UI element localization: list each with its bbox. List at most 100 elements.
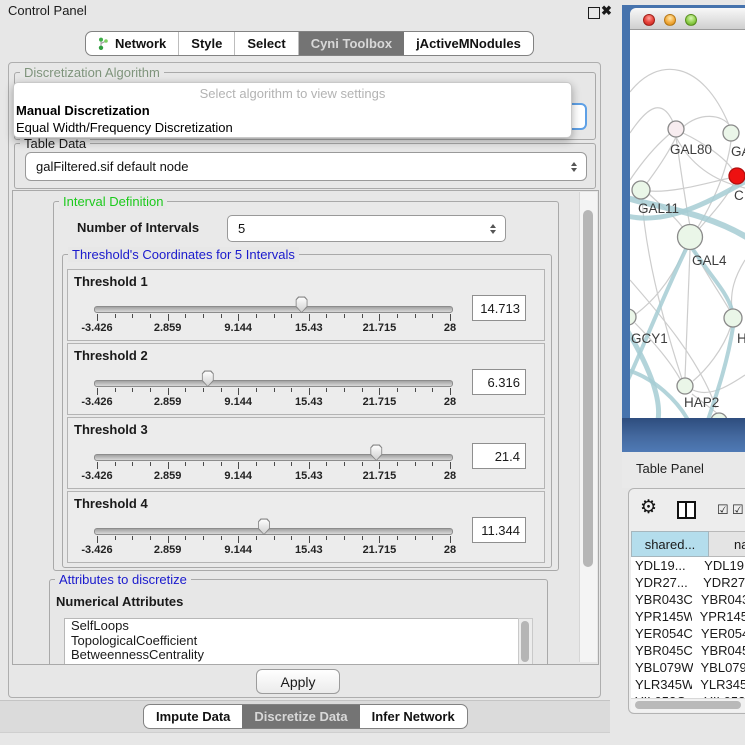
tab-network[interactable]: Network: [86, 32, 179, 55]
table-row[interactable]: YER054CYER054C: [631, 625, 745, 642]
network-node-gal80[interactable]: [668, 121, 684, 137]
threshold-value-field[interactable]: 11.344: [472, 517, 526, 543]
network-node-red-node[interactable]: [729, 168, 745, 184]
cell-name: YPR145W: [692, 608, 745, 625]
checkbox-icon[interactable]: ☑: [717, 502, 729, 517]
slider-track[interactable]: [94, 380, 453, 387]
dropdown-option-equal-width-frequency-discretization[interactable]: Equal Width/Frequency Discretization: [16, 120, 233, 135]
tick-label: 28: [428, 322, 472, 334]
scrollbar-thumb[interactable]: [635, 701, 741, 709]
network-edge[interactable]: [683, 116, 730, 127]
numerical-attributes-list[interactable]: SelfLoopsTopologicalCoefficientBetweenne…: [64, 618, 520, 665]
checkbox-icon[interactable]: ☑: [732, 502, 744, 517]
attributes-scrollbar[interactable]: [518, 618, 533, 665]
network-canvas[interactable]: GAL80GACGAL11GAL4GCY1HHAP2: [630, 30, 745, 418]
scrollbar-thumb[interactable]: [521, 621, 529, 662]
scrollbar-thumb[interactable]: [583, 210, 593, 567]
apply-button[interactable]: Apply: [256, 669, 340, 694]
tab-select[interactable]: Select: [235, 32, 298, 55]
slider-track[interactable]: [94, 454, 453, 461]
tick-mark: [203, 388, 204, 392]
network-node-hap2[interactable]: [677, 378, 693, 394]
thresholds-group: Threshold's Coordinates for 5 Intervals …: [62, 254, 552, 568]
network-node-gal11[interactable]: [632, 181, 650, 199]
network-node-gal-partial[interactable]: [723, 125, 739, 141]
network-edge[interactable]: [649, 178, 730, 191]
network-graph[interactable]: GAL80GACGAL11GAL4GCY1HHAP2: [630, 30, 745, 418]
interval-definition-title: Interval Definition: [59, 194, 167, 209]
network-edge-highlighted[interactable]: [630, 245, 688, 382]
network-window-titlebar[interactable]: [630, 8, 745, 30]
table-row[interactable]: YBL079WYBL079W: [631, 659, 745, 676]
threshold-panel-1: Threshold 1-3.4262.8599.14415.4321.71528…: [67, 269, 545, 341]
table-data-title: Table Data: [20, 136, 90, 151]
threshold-value-field[interactable]: 21.4: [472, 443, 526, 469]
tick-mark: [450, 314, 451, 321]
tab-jactivemnodules[interactable]: jActiveMNodules: [404, 32, 533, 55]
number-of-intervals-combobox[interactable]: 5: [227, 215, 506, 242]
cell-name: YBR045C: [693, 642, 745, 659]
tick-label: 9.144: [216, 544, 260, 556]
node-label-gal-partial: GA: [731, 144, 745, 159]
threshold-label: Threshold 4: [74, 496, 148, 511]
network-node-gal4[interactable]: [678, 225, 703, 250]
spinner-arrows-icon: [490, 224, 496, 234]
table-row[interactable]: YBR043CYBR043C: [631, 591, 745, 608]
cell-shared-name: YPR145W: [631, 608, 692, 625]
table-row[interactable]: YLR345WYLR345W: [631, 676, 745, 693]
close-icon[interactable]: ✖: [601, 2, 612, 20]
table-row[interactable]: YBR045CYBR045C: [631, 642, 745, 659]
tick-mark: [450, 536, 451, 543]
attribute-item-betweennesscentrality[interactable]: BetweennessCentrality: [65, 648, 519, 663]
network-edge[interactable]: [685, 250, 690, 378]
zoom-traffic-light-icon[interactable]: [685, 14, 697, 26]
attribute-item-topologicalcoefficient[interactable]: TopologicalCoefficient: [65, 634, 519, 649]
network-edge[interactable]: [732, 260, 745, 310]
tick-mark: [291, 388, 292, 392]
table-row[interactable]: YPR145WYPR145W: [631, 608, 745, 625]
column-layout-icon[interactable]: [677, 501, 696, 519]
tick-mark: [291, 462, 292, 466]
column-header-shared[interactable]: shared...: [631, 531, 709, 557]
minimize-traffic-light-icon[interactable]: [664, 14, 676, 26]
node-label-gal80: GAL80: [670, 142, 712, 157]
slider-track[interactable]: [94, 528, 453, 535]
tab-impute-data[interactable]: Impute Data: [144, 705, 242, 728]
tab-infer-network[interactable]: Infer Network: [360, 705, 467, 728]
attribute-item-selfloops[interactable]: SelfLoops: [65, 619, 519, 634]
panel-vertical-scrollbar[interactable]: [579, 192, 597, 662]
table-horizontal-scrollbar[interactable]: [631, 698, 745, 712]
table-row[interactable]: YDL19...YDL19...: [631, 557, 745, 574]
tick-mark: [97, 388, 98, 395]
tick-mark: [168, 314, 169, 321]
discretization-algorithm-title: Discretization Algorithm: [20, 65, 164, 80]
node-label-h-node: H: [737, 331, 745, 346]
tick-label: 21.715: [357, 396, 401, 408]
number-of-intervals-value: 5: [238, 216, 245, 241]
network-edge[interactable]: [630, 108, 673, 133]
network-frame-bottom: [622, 418, 745, 452]
gear-icon[interactable]: ⚙: [640, 497, 657, 519]
network-edge[interactable]: [630, 130, 674, 180]
tab-label: Network: [115, 36, 166, 51]
tick-label: 9.144: [216, 396, 260, 408]
threshold-value-field[interactable]: 6.316: [472, 369, 526, 395]
tab-cyni-toolbox[interactable]: Cyni Toolbox: [299, 32, 404, 55]
column-header-name[interactable]: name: [709, 531, 745, 557]
network-node-h-node[interactable]: [724, 309, 742, 327]
network-edge[interactable]: [693, 326, 731, 381]
cell-name: YLR345W: [692, 676, 745, 693]
close-traffic-light-icon[interactable]: [643, 14, 655, 26]
table-data-combobox[interactable]: galFiltered.sif default node: [25, 152, 587, 181]
table-row[interactable]: YDR27...YDR27...: [631, 574, 745, 591]
threshold-value-field[interactable]: 14.713: [472, 295, 526, 321]
dropdown-option-manual-discretization[interactable]: Manual Discretization: [16, 103, 150, 118]
algorithm-dropdown-popup: Select algorithm to view settings Manual…: [13, 82, 572, 138]
network-node-bottom-node[interactable]: [711, 413, 727, 418]
tab-style[interactable]: Style: [179, 32, 235, 55]
tab-discretize-data[interactable]: Discretize Data: [242, 705, 359, 728]
network-node-gcy1[interactable]: [630, 309, 636, 325]
slider-track[interactable]: [94, 306, 453, 313]
float-icon[interactable]: [588, 7, 600, 19]
threshold-label: Threshold 1: [74, 274, 148, 289]
